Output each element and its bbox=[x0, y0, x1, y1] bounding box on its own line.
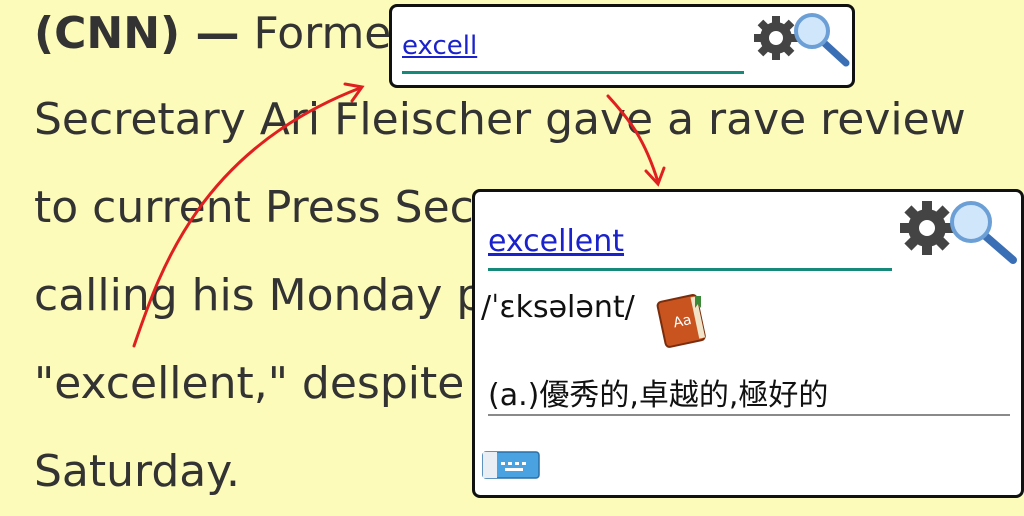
article-line-6: Saturday. bbox=[34, 446, 240, 497]
popup-small-toolbar bbox=[750, 11, 854, 67]
query-word-link[interactable]: excell bbox=[402, 31, 477, 61]
article-line-3: to current Press Sec bbox=[34, 182, 474, 233]
definition-toolbar bbox=[897, 198, 1021, 264]
gear-icon[interactable] bbox=[900, 201, 954, 255]
article-line-5: "excellent," despite a bbox=[34, 358, 506, 409]
dictionary-book-icon[interactable]: Aa bbox=[651, 290, 711, 350]
keyboard-icon[interactable] bbox=[481, 450, 541, 480]
article-line-1: (CNN) — Former bbox=[34, 8, 410, 59]
definition-popup: excellent /ˈɛksələnt/ Aa (a.)優秀的,卓越的,極好的 bbox=[472, 189, 1024, 498]
article-line-2: Secretary Ari Fleischer gave a rave revi… bbox=[34, 94, 966, 145]
article-line-4: calling his Monday p bbox=[34, 270, 485, 321]
search-icon[interactable] bbox=[950, 201, 1017, 264]
search-icon[interactable] bbox=[794, 13, 850, 67]
query-underline bbox=[402, 71, 744, 74]
lookup-popup-small: excell bbox=[389, 4, 855, 88]
definition-text: (a.)優秀的,卓越的,極好的 bbox=[488, 378, 829, 413]
headword-link[interactable]: excellent bbox=[488, 224, 624, 259]
article-source: (CNN) — bbox=[34, 8, 240, 59]
phonetic-transcription: /ˈɛksələnt/ bbox=[481, 290, 635, 325]
headword-underline bbox=[488, 268, 892, 271]
gear-icon[interactable] bbox=[754, 16, 798, 60]
definition-divider bbox=[488, 414, 1010, 416]
